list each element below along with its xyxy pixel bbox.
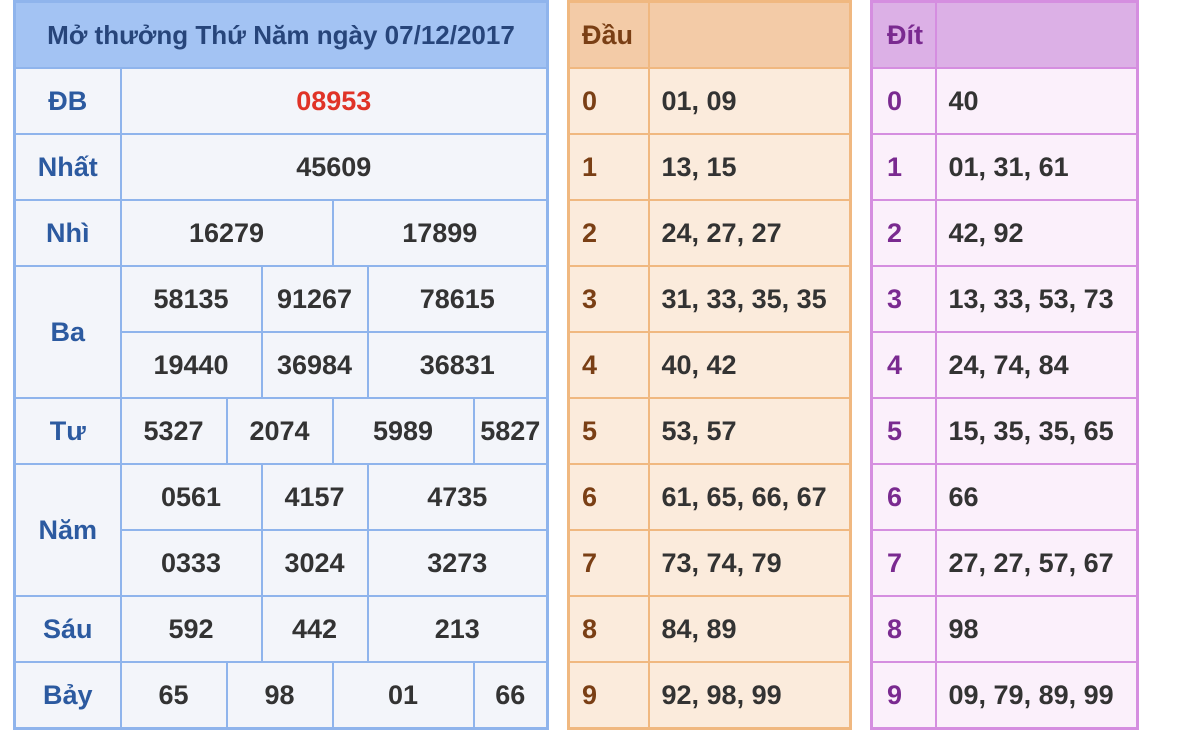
dit-values: 40 xyxy=(934,67,1139,135)
prize-value-nam: 4735 xyxy=(366,463,549,531)
dit-header: Đít xyxy=(870,0,937,69)
dit-values: 01, 31, 61 xyxy=(934,133,1139,201)
prize-label-db: ĐB xyxy=(13,67,122,135)
prize-label-tu: Tư xyxy=(13,397,122,465)
prize-value-nhi: 16279 xyxy=(119,199,334,267)
dau-values: 31, 33, 35, 35 xyxy=(647,265,852,333)
dau-key: 0 xyxy=(567,67,650,135)
prize-value-tu: 5327 xyxy=(119,397,228,465)
dit-values: 09, 79, 89, 99 xyxy=(934,661,1139,730)
dit-values: 27, 27, 57, 67 xyxy=(934,529,1139,597)
prize-value-db: 08953 xyxy=(119,67,549,135)
prize-label-nhi: Nhì xyxy=(13,199,122,267)
prize-value-nhat: 45609 xyxy=(119,133,549,201)
dau-header: Đầu xyxy=(567,0,650,69)
dau-key: 6 xyxy=(567,463,650,531)
dit-values: 42, 92 xyxy=(934,199,1139,267)
results-title: Mở thưởng Thứ Năm ngày 07/12/2017 xyxy=(13,0,549,69)
dit-values: 15, 35, 35, 65 xyxy=(934,397,1139,465)
dit-key: 7 xyxy=(870,529,937,597)
prize-value-ba: 19440 xyxy=(119,331,263,399)
prize-value-nam: 4157 xyxy=(260,463,369,531)
dau-header-blank xyxy=(647,0,852,69)
dau-key: 3 xyxy=(567,265,650,333)
prize-label-ba: Ba xyxy=(13,265,122,399)
prize-label-bay: Bảy xyxy=(13,661,122,730)
prize-value-nam: 3273 xyxy=(366,529,549,597)
dit-table: Đít 0 40 1 01, 31, 61 2 42, 92 3 13, 33, 53,… xyxy=(870,0,1139,730)
results-table: Mở thưởng Thứ Năm ngày 07/12/2017 ĐB 089… xyxy=(13,0,549,730)
dit-key: 4 xyxy=(870,331,937,399)
dau-values: 01, 09 xyxy=(647,67,852,135)
dau-key: 2 xyxy=(567,199,650,267)
dit-key: 8 xyxy=(870,595,937,663)
prize-value-bay: 66 xyxy=(472,661,549,730)
dau-values: 53, 57 xyxy=(647,397,852,465)
prize-label-nhat: Nhất xyxy=(13,133,122,201)
prize-value-tu: 2074 xyxy=(225,397,334,465)
prize-value-ba: 78615 xyxy=(366,265,549,333)
prize-value-sau: 592 xyxy=(119,595,263,663)
prize-value-bay: 01 xyxy=(331,661,475,730)
prize-value-tu: 5989 xyxy=(331,397,475,465)
prize-label-sau: Sáu xyxy=(13,595,122,663)
dit-key: 9 xyxy=(870,661,937,730)
dau-values: 61, 65, 66, 67 xyxy=(647,463,852,531)
prize-value-bay: 98 xyxy=(225,661,334,730)
dau-key: 9 xyxy=(567,661,650,730)
prize-value-tu: 5827 xyxy=(472,397,549,465)
dit-values: 24, 74, 84 xyxy=(934,331,1139,399)
dau-values: 73, 74, 79 xyxy=(647,529,852,597)
dau-key: 1 xyxy=(567,133,650,201)
prize-value-ba: 58135 xyxy=(119,265,263,333)
prize-value-sau: 442 xyxy=(260,595,369,663)
prize-value-ba: 36831 xyxy=(366,331,549,399)
dau-key: 5 xyxy=(567,397,650,465)
prize-value-bay: 65 xyxy=(119,661,228,730)
prize-value-ba: 91267 xyxy=(260,265,369,333)
dit-key: 1 xyxy=(870,133,937,201)
prize-value-ba: 36984 xyxy=(260,331,369,399)
prize-label-nam: Năm xyxy=(13,463,122,597)
prize-value-nam: 3024 xyxy=(260,529,369,597)
prize-value-nam: 0333 xyxy=(119,529,263,597)
dau-key: 7 xyxy=(567,529,650,597)
dau-values: 84, 89 xyxy=(647,595,852,663)
dit-key: 2 xyxy=(870,199,937,267)
dau-values: 40, 42 xyxy=(647,331,852,399)
prize-value-sau: 213 xyxy=(366,595,549,663)
dit-key: 3 xyxy=(870,265,937,333)
dit-values: 98 xyxy=(934,595,1139,663)
dit-key: 5 xyxy=(870,397,937,465)
prize-value-nhi: 17899 xyxy=(331,199,549,267)
dau-table: Đầu 0 01, 09 1 13, 15 2 24, 27, 27 3 31, 33,… xyxy=(567,0,852,730)
dau-values: 13, 15 xyxy=(647,133,852,201)
dit-header-blank xyxy=(934,0,1139,69)
dit-key: 0 xyxy=(870,67,937,135)
dit-values: 13, 33, 53, 73 xyxy=(934,265,1139,333)
dau-key: 8 xyxy=(567,595,650,663)
dit-key: 6 xyxy=(870,463,937,531)
dau-values: 92, 98, 99 xyxy=(647,661,852,730)
prize-value-nam: 0561 xyxy=(119,463,263,531)
dau-key: 4 xyxy=(567,331,650,399)
dit-values: 66 xyxy=(934,463,1139,531)
dau-values: 24, 27, 27 xyxy=(647,199,852,267)
